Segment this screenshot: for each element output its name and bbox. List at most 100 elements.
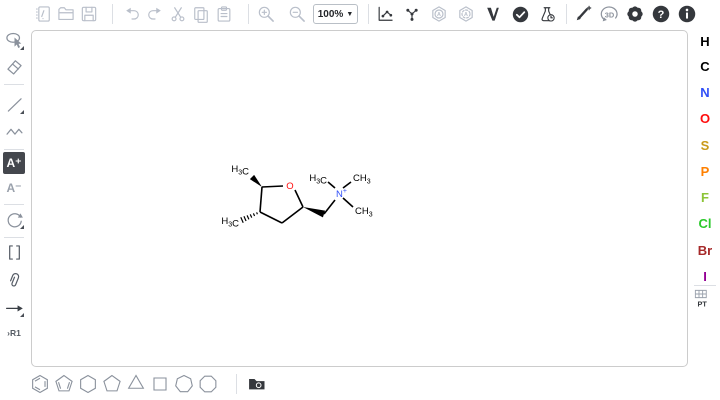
cut-button[interactable]: [167, 3, 189, 25]
select-lasso-tool[interactable]: [3, 29, 25, 51]
atom-label: N: [700, 85, 709, 100]
dearomatize-button[interactable]: A: [455, 3, 477, 25]
paperclip-icon: [4, 270, 25, 291]
atom-button-s[interactable]: S: [692, 138, 718, 153]
open-button[interactable]: [55, 3, 77, 25]
template-cyclopentane[interactable]: [101, 373, 123, 395]
charge-plus-tool[interactable]: A⁺: [3, 152, 25, 174]
aromatize-icon: A: [429, 4, 449, 24]
toolbar-separator: [368, 4, 369, 24]
atom-button-cl[interactable]: Cl: [692, 216, 718, 231]
layout-button[interactable]: [374, 3, 396, 25]
template-cyclohexane[interactable]: [77, 373, 99, 395]
aromatize-button[interactable]: A: [428, 3, 450, 25]
atom-button-n[interactable]: N: [692, 85, 718, 100]
toolbar-separator: [112, 4, 113, 24]
calculated-values-button[interactable]: [536, 3, 558, 25]
template-toolbar: [0, 368, 720, 400]
template-group: [29, 373, 219, 395]
template-cyclopropane[interactable]: [125, 373, 147, 395]
rotate-icon: [4, 209, 25, 230]
zoom-group: [255, 3, 308, 25]
about-button[interactable]: [676, 3, 698, 25]
system-group: 3D ?: [572, 3, 698, 25]
clipboard-icon: [214, 4, 234, 24]
clean-up-button[interactable]: [401, 3, 423, 25]
recognize-button[interactable]: [572, 3, 594, 25]
layout-icon: [375, 4, 395, 24]
right-arrow-icon: [4, 297, 25, 318]
reaction-arrow-tool[interactable]: [3, 296, 25, 318]
chain-tool[interactable]: [3, 120, 25, 142]
3d-viewer-button[interactable]: 3D: [598, 3, 620, 25]
template-cycloheptane[interactable]: [173, 373, 195, 395]
undo-icon: [122, 4, 142, 24]
atom-toolbar: H C N O S P F Cl Br I PT: [690, 28, 720, 368]
paste-button[interactable]: [213, 3, 235, 25]
cyclooctane-icon: [197, 373, 219, 395]
svg-text:O: O: [286, 181, 293, 192]
document-icon: [33, 4, 53, 24]
zoom-level-dropdown[interactable]: 100% ▼: [313, 4, 358, 24]
clear-canvas-button[interactable]: [32, 3, 54, 25]
drawing-canvas[interactable]: ON+H3CH3CH3CCH3CH3: [31, 30, 688, 367]
svg-text:A: A: [464, 12, 468, 18]
dearomatize-icon: A: [456, 4, 476, 24]
atom-label: F: [701, 190, 709, 205]
save-button[interactable]: [78, 3, 100, 25]
zoom-level-value: 100%: [318, 9, 344, 20]
redo-button[interactable]: [144, 3, 166, 25]
attachment-point-tool[interactable]: [3, 269, 25, 291]
cyclopropane-icon: [125, 373, 147, 395]
question-icon: ?: [650, 3, 672, 25]
atom-button-o[interactable]: O: [692, 111, 718, 126]
calculate-cip-button[interactable]: [482, 3, 504, 25]
single-bond-tool[interactable]: [3, 93, 25, 115]
charge-plus-label: A⁺: [7, 156, 22, 170]
pt-label: PT: [698, 299, 708, 308]
help-button[interactable]: ?: [650, 3, 672, 25]
periodic-table-button[interactable]: PT: [693, 288, 715, 310]
template-cyclobutane[interactable]: [149, 373, 171, 395]
template-cyclopentadiene[interactable]: [53, 373, 75, 395]
charge-minus-tool[interactable]: A⁻: [3, 177, 25, 199]
atom-label: S: [701, 138, 710, 153]
atom-button-c[interactable]: C: [692, 59, 718, 74]
transform-rotate-tool[interactable]: [3, 208, 25, 230]
zoom-in-button[interactable]: [255, 3, 277, 25]
bond-icon: [4, 94, 25, 115]
template-library-button[interactable]: [246, 373, 268, 395]
toolbar-separator: [4, 84, 24, 85]
clean-up-icon: [402, 4, 422, 24]
molecule-drawing[interactable]: ON+H3CH3CH3CCH3CH3: [32, 31, 687, 366]
svg-text:CH3: CH3: [353, 173, 371, 186]
toolbar-separator: [4, 204, 24, 205]
charge-minus-label: A⁻: [7, 181, 22, 195]
undo-button[interactable]: [121, 3, 143, 25]
svg-text:CH3: CH3: [355, 206, 373, 219]
erase-tool[interactable]: [3, 55, 25, 77]
settings-button[interactable]: [624, 3, 646, 25]
top-toolbar: 100% ▼ A: [0, 0, 720, 28]
rgroup-label-tool[interactable]: ›R1: [3, 322, 25, 344]
check-structure-button[interactable]: [509, 3, 531, 25]
redo-icon: [145, 4, 165, 24]
svg-text:H3C: H3C: [231, 164, 249, 178]
template-library-icon: [247, 374, 267, 394]
file-group: [32, 3, 100, 25]
toolbar-separator: [248, 4, 249, 24]
atom-button-h[interactable]: H: [692, 34, 718, 49]
copy-button[interactable]: [190, 3, 212, 25]
cyclopentadiene-icon: [53, 373, 75, 395]
zoom-out-button[interactable]: [286, 3, 308, 25]
atom-label: O: [700, 111, 710, 126]
atom-button-i[interactable]: I: [692, 269, 718, 284]
atom-button-br[interactable]: Br: [692, 243, 718, 258]
atom-button-f[interactable]: F: [692, 190, 718, 205]
template-benzene[interactable]: [29, 373, 51, 395]
sgroup-bracket-tool[interactable]: [3, 241, 25, 263]
copy-icon: [191, 4, 211, 24]
atom-button-p[interactable]: P: [692, 164, 718, 179]
zoom-out-icon: [287, 4, 307, 24]
template-cyclooctane[interactable]: [197, 373, 219, 395]
